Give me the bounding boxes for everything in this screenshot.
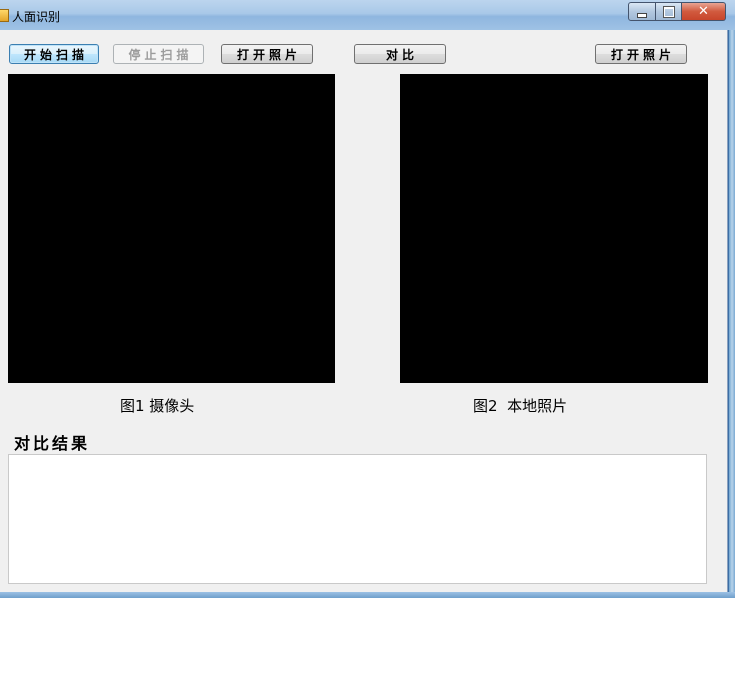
open-photo-button-right[interactable]: 打开照片 — [595, 44, 687, 64]
close-button[interactable]: ✕ — [682, 2, 726, 21]
start-scan-button[interactable]: 开始扫描 — [9, 44, 99, 64]
maximize-button[interactable] — [656, 2, 682, 21]
window-title: 人面识别 — [12, 10, 61, 24]
minimize-button[interactable] — [628, 2, 656, 21]
client-area: 开始扫描 停止扫描 打开照片 对比 打开照片 图1 摄像头 图2 本地照片 对比… — [0, 30, 728, 593]
local-photo-preview — [400, 74, 708, 383]
result-label: 对比结果 — [14, 434, 91, 453]
app-window: 人面识别 ✕ 开始扫描 停止扫描 打开照片 对比 打开照片 图1 摄像头 图2 … — [0, 0, 735, 598]
camera-caption: 图1 摄像头 — [120, 397, 195, 415]
open-photo-button-left[interactable]: 打开照片 — [221, 44, 313, 64]
result-textbox[interactable] — [8, 454, 707, 584]
title-bar[interactable]: 人面识别 ✕ — [0, 0, 735, 30]
close-icon: ✕ — [698, 4, 709, 19]
stop-scan-button[interactable]: 停止扫描 — [113, 44, 204, 64]
minimize-icon — [637, 13, 647, 18]
window-right-edge — [729, 0, 735, 598]
local-photo-caption: 图2 本地照片 — [473, 397, 568, 415]
app-icon — [0, 9, 9, 22]
window-bottom-edge — [0, 592, 735, 598]
compare-button[interactable]: 对比 — [354, 44, 446, 64]
maximize-icon — [663, 6, 674, 17]
camera-preview — [8, 74, 335, 383]
window-controls: ✕ — [628, 2, 726, 21]
